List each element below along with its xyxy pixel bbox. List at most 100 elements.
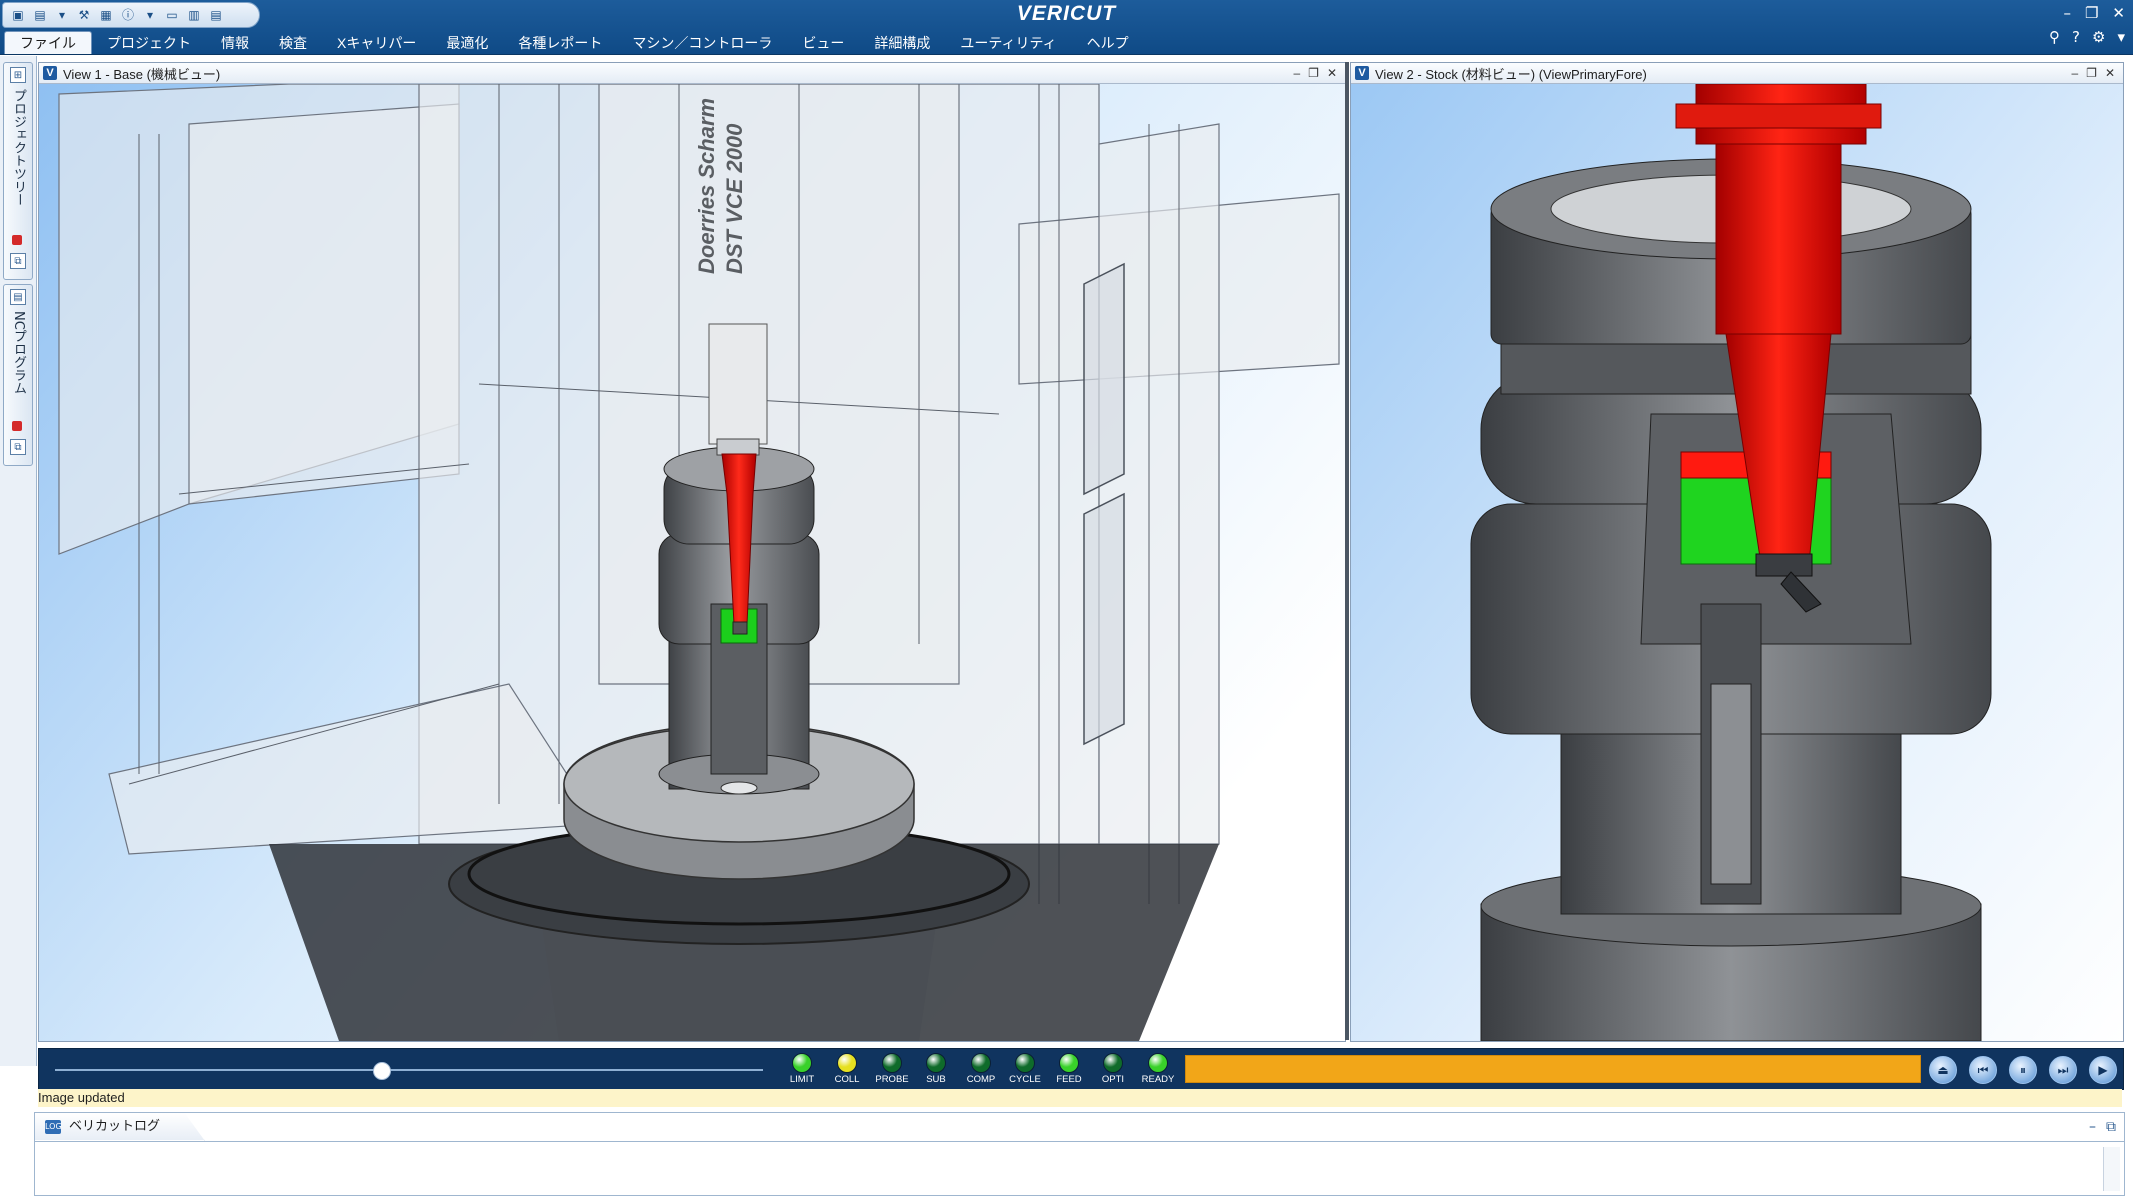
log-icon: LOG xyxy=(45,1119,62,1134)
indicator-label: PROBE xyxy=(875,1074,909,1085)
chevron-down-icon[interactable]: ▾ xyxy=(2117,28,2125,46)
led-icon xyxy=(1015,1053,1035,1073)
tool-icon[interactable]: ⚒ xyxy=(75,7,93,23)
machine-3d-view[interactable]: Doerries Scharm DST VCE 2000 xyxy=(39,84,1345,1041)
grid-icon[interactable]: ▦ xyxy=(97,7,115,23)
view-splitter[interactable] xyxy=(1345,62,1349,1040)
indicator-label: CYCLE xyxy=(1009,1074,1041,1085)
float-icon[interactable]: ⧉ xyxy=(2106,1119,2116,1135)
dock-tab-nc-program[interactable]: ▤ NCプログラム ⧉ xyxy=(3,284,33,466)
view-2-panel: V View 2 - Stock (材料ビュー) (ViewPrimaryFor… xyxy=(1350,62,2124,1042)
layout-single-icon[interactable]: ▭ xyxy=(163,7,181,23)
menu-view[interactable]: ビュー xyxy=(787,32,859,54)
view-2-header: V View 2 - Stock (材料ビュー) (ViewPrimaryFor… xyxy=(1351,63,2123,84)
view-1-title: View 1 - Base (機械ビュー) xyxy=(63,66,221,82)
log-controls: – ⧉ xyxy=(2089,1119,2116,1135)
indicator-opti[interactable]: OPTI xyxy=(1093,1053,1133,1085)
menu-analysis[interactable]: 検査 xyxy=(264,32,322,54)
indicator-probe[interactable]: PROBE xyxy=(872,1053,912,1085)
simulation-slider-thumb[interactable] xyxy=(372,1062,391,1080)
view-icon: V xyxy=(1355,66,1369,80)
simulation-progress-bar xyxy=(1185,1055,1921,1083)
indicator-cycle[interactable]: CYCLE xyxy=(1005,1053,1045,1085)
minimize-icon[interactable]: – xyxy=(2071,66,2078,80)
close-icon[interactable]: ✕ xyxy=(1327,66,1337,80)
close-icon[interactable]: ✕ xyxy=(2112,4,2125,22)
help-controls: ⚲ ? ⚙ ▾ xyxy=(2049,28,2125,46)
menu-help[interactable]: ヘルプ xyxy=(1072,32,1144,54)
dock-tab-label: NCプログラム xyxy=(11,311,26,395)
tree-icon: ⊞ xyxy=(10,67,26,83)
minimize-icon[interactable]: – xyxy=(2063,4,2071,22)
document-icon: ▤ xyxy=(10,289,26,305)
log-divider xyxy=(35,1141,2124,1142)
float-icon[interactable]: ⧉ xyxy=(10,253,26,269)
menu-info[interactable]: 情報 xyxy=(206,32,264,54)
minimize-icon[interactable]: – xyxy=(2089,1119,2096,1135)
folder-icon[interactable]: ▣ xyxy=(9,7,27,23)
restore-icon[interactable]: ❐ xyxy=(2085,4,2098,22)
step-icon[interactable]: ⏭ xyxy=(2049,1056,2077,1084)
save-icon[interactable]: ▤ xyxy=(31,7,49,23)
close-icon[interactable]: ✕ xyxy=(2105,66,2115,80)
indicator-label: LIMIT xyxy=(789,1074,815,1085)
indicator-limit[interactable]: LIMIT xyxy=(782,1053,822,1085)
menu-file[interactable]: ファイル xyxy=(4,31,92,54)
menu-project[interactable]: プロジェクト xyxy=(92,32,206,54)
window-controls: – ❐ ✕ xyxy=(2063,4,2125,22)
pause-icon[interactable]: ⏸ xyxy=(2009,1056,2037,1084)
layout-split-icon[interactable]: ▥ xyxy=(185,7,203,23)
float-icon[interactable]: ⧉ xyxy=(10,439,26,455)
indicator-coll[interactable]: COLL xyxy=(827,1053,867,1085)
indicator-label: FEED xyxy=(1056,1074,1082,1085)
dock-tab-label: プロジェクトツリー xyxy=(11,89,26,206)
dropdown-icon[interactable]: ▾ xyxy=(141,7,159,23)
menu-optimize[interactable]: 最適化 xyxy=(431,32,503,54)
led-icon xyxy=(1059,1053,1079,1073)
pin-icon[interactable] xyxy=(12,235,22,245)
view-1-header: V View 1 - Base (機械ビュー) – ❐ ✕ xyxy=(39,63,1345,84)
dropdown-icon[interactable]: ▾ xyxy=(53,7,71,23)
log-tab[interactable]: LOG ベリカットログ xyxy=(35,1113,205,1141)
layout-stack-icon[interactable]: ▤ xyxy=(207,7,225,23)
gear-icon[interactable]: ⚙ xyxy=(2092,28,2105,46)
minimize-icon[interactable]: – xyxy=(1293,66,1300,80)
led-icon xyxy=(882,1053,902,1073)
restore-icon[interactable]: ❐ xyxy=(2086,66,2097,80)
info-icon[interactable]: ⓘ xyxy=(119,7,137,23)
view-1-panel: V View 1 - Base (機械ビュー) – ❐ ✕ Doerries S… xyxy=(38,62,1346,1042)
pin-icon[interactable] xyxy=(12,421,22,431)
stock-3d-view[interactable] xyxy=(1351,84,2123,1041)
quick-access-toolbar: ▣ ▤ ▾ ⚒ ▦ ⓘ ▾ ▭ ▥ ▤ xyxy=(2,2,260,28)
indicator-sub[interactable]: SUB xyxy=(916,1053,956,1085)
help-icon[interactable]: ? xyxy=(2072,28,2080,46)
led-icon xyxy=(792,1053,812,1073)
rewind-icon[interactable]: ⏮ xyxy=(1969,1056,1997,1084)
menu-machine-control[interactable]: マシン／コントローラ xyxy=(617,32,787,54)
led-icon xyxy=(926,1053,946,1073)
led-icon xyxy=(837,1053,857,1073)
simulation-slider-track[interactable] xyxy=(55,1069,763,1071)
log-scrollbar[interactable] xyxy=(2103,1147,2120,1191)
machine-label-line-1: Doerries Scharm xyxy=(694,98,719,274)
log-tab-label: ベリカットログ xyxy=(69,1118,161,1134)
indicator-label: SUB xyxy=(926,1074,946,1085)
restore-icon[interactable]: ❐ xyxy=(1308,66,1319,80)
dock-tab-project-tree[interactable]: ⊞ プロジェクトツリー ⧉ xyxy=(3,62,33,280)
menu-utility[interactable]: ユーティリティ xyxy=(945,32,1071,54)
menu-configuration[interactable]: 詳細構成 xyxy=(859,32,945,54)
indicator-comp[interactable]: COMP xyxy=(961,1053,1001,1085)
indicator-feed[interactable]: FEED xyxy=(1049,1053,1089,1085)
indicator-ready[interactable]: READY xyxy=(1138,1053,1178,1085)
eject-icon[interactable]: ⏏ xyxy=(1929,1056,1957,1084)
play-icon[interactable]: ▶ xyxy=(2089,1056,2117,1084)
view-2-title: View 2 - Stock (材料ビュー) (ViewPrimaryFore) xyxy=(1375,66,1647,82)
menu-x-caliper[interactable]: Xキャリパー xyxy=(322,32,431,54)
led-icon xyxy=(1148,1053,1168,1073)
machine-scene: Doerries Scharm DST VCE 2000 xyxy=(39,84,1345,1041)
search-icon[interactable]: ⚲ xyxy=(2049,28,2060,46)
menu-reports[interactable]: 各種レポート xyxy=(503,32,617,54)
view-icon: V xyxy=(43,66,57,80)
led-icon xyxy=(971,1053,991,1073)
indicator-label: OPTI xyxy=(1101,1074,1125,1085)
